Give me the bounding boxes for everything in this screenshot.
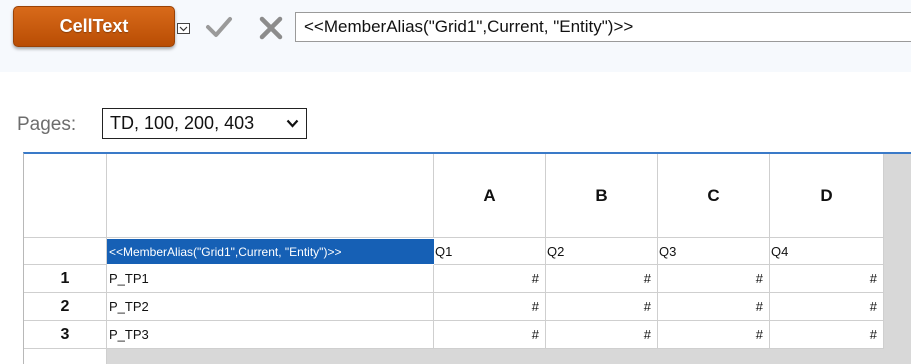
close-icon[interactable] (258, 15, 284, 41)
pages-selected-value: TD, 100, 200, 403 (110, 113, 255, 133)
dropdown-icon[interactable] (177, 23, 190, 34)
data-cell[interactable]: # (434, 265, 546, 293)
grid-empty-area-bottom (107, 349, 911, 364)
spreadsheet-grid: A B C D <<MemberAlias("Grid1",Current, "… (23, 152, 911, 364)
data-cell[interactable]: # (546, 293, 658, 321)
period-header-q1[interactable]: Q1 (434, 238, 546, 265)
selected-cell[interactable]: <<MemberAlias("Grid1",Current, "Entity")… (107, 239, 434, 264)
row-member-label[interactable]: P_TP3 (107, 321, 434, 349)
period-header-q2[interactable]: Q2 (546, 238, 658, 265)
pages-select[interactable]: TD, 100, 200, 403 (102, 108, 307, 139)
data-cell[interactable]: # (434, 321, 546, 349)
column-header-b[interactable]: B (546, 154, 658, 238)
check-icon[interactable] (205, 16, 233, 38)
column-header-d[interactable]: D (770, 154, 884, 238)
celltext-button[interactable]: CellText (13, 6, 175, 47)
row-number[interactable]: 1 (24, 265, 107, 293)
row-number[interactable]: 2 (24, 293, 107, 321)
period-header-q4[interactable]: Q4 (770, 238, 884, 265)
row-member-label[interactable]: P_TP2 (107, 293, 434, 321)
corner-cell (24, 154, 107, 238)
grid-empty-area (884, 154, 911, 364)
data-cell[interactable]: # (770, 265, 884, 293)
row-number[interactable]: 3 (24, 321, 107, 349)
row-number[interactable] (24, 349, 107, 364)
row-member-label[interactable]: P_TP1 (107, 265, 434, 293)
column-header-c[interactable]: C (658, 154, 770, 238)
column-header-a[interactable]: A (434, 154, 546, 238)
data-cell[interactable]: # (658, 265, 770, 293)
data-cell[interactable]: # (770, 293, 884, 321)
row-header-blank (24, 238, 107, 265)
data-cell[interactable]: # (546, 265, 658, 293)
period-header-q3[interactable]: Q3 (658, 238, 770, 265)
pages-label: Pages: (17, 114, 77, 135)
formula-input[interactable] (295, 12, 911, 42)
data-cell[interactable]: # (658, 293, 770, 321)
data-cell[interactable]: # (546, 321, 658, 349)
data-cell[interactable]: # (658, 321, 770, 349)
data-cell[interactable]: # (434, 293, 546, 321)
header-cell[interactable] (107, 154, 434, 238)
chevron-down-icon (286, 119, 299, 128)
data-cell[interactable]: # (770, 321, 884, 349)
